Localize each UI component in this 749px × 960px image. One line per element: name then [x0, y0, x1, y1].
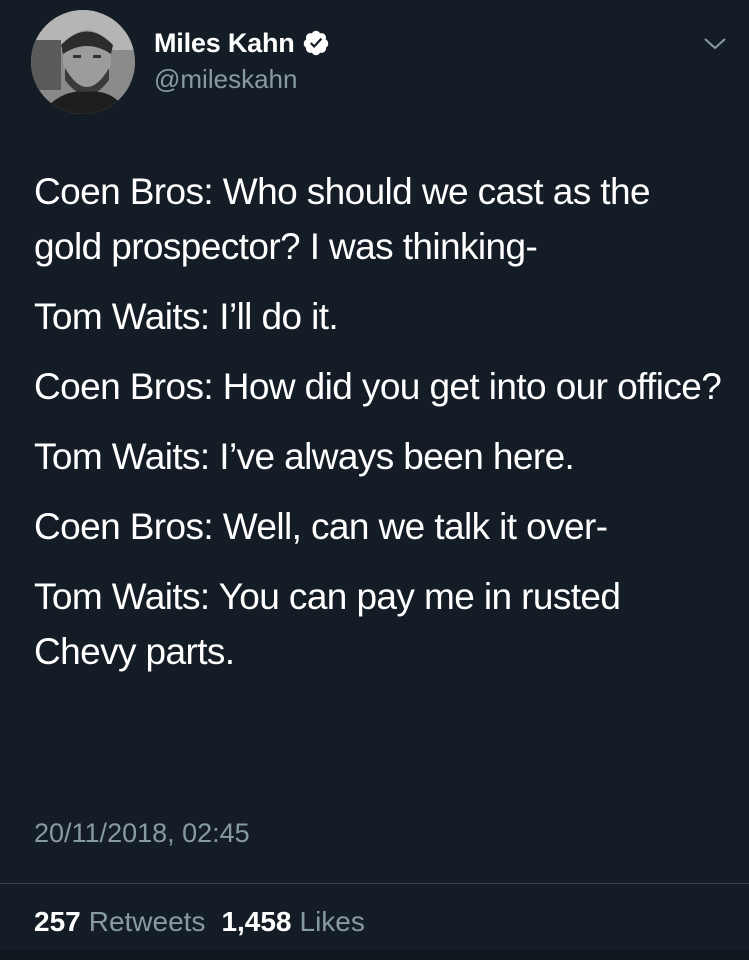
author-handle[interactable]: @mileskahn [154, 64, 297, 95]
avatar-photo [31, 10, 135, 114]
chevron-down-icon[interactable] [700, 32, 730, 54]
tweet-paragraph: Coen Bros: How did you get into our offi… [34, 366, 722, 407]
author-display-name[interactable]: Miles Kahn [154, 28, 295, 59]
tweet-card: Miles Kahn @mileskahn Coen Bros: Who sho… [0, 0, 749, 960]
verified-badge-icon [302, 29, 330, 57]
avatar[interactable] [31, 10, 135, 114]
tweet-paragraph: Coen Bros: Well, can we talk it over- [34, 506, 608, 547]
likes-label: Likes [299, 906, 365, 937]
retweets-count: 257 [34, 906, 81, 937]
author-name-row[interactable]: Miles Kahn [154, 26, 330, 60]
divider [0, 883, 749, 884]
tweet-paragraph: Tom Waits: I’ve always been here. [34, 436, 575, 477]
tweet-text: Coen Bros: Who should we cast as the gol… [34, 164, 724, 694]
bottom-border [0, 950, 749, 960]
likes-stat[interactable]: 1,458 Likes [221, 906, 364, 938]
tweet-paragraph: Tom Waits: You can pay me in rusted Chev… [34, 576, 631, 672]
tweet-timestamp[interactable]: 20/11/2018, 02:45 [34, 818, 250, 849]
likes-count: 1,458 [221, 906, 292, 937]
tweet-paragraph: Coen Bros: Who should we cast as the gol… [34, 171, 660, 267]
retweets-label: Retweets [88, 906, 206, 937]
tweet-stats: 257 Retweets 1,458 Likes [34, 906, 381, 938]
tweet-paragraph: Tom Waits: I’ll do it. [34, 296, 339, 337]
retweets-stat[interactable]: 257 Retweets [34, 906, 205, 938]
